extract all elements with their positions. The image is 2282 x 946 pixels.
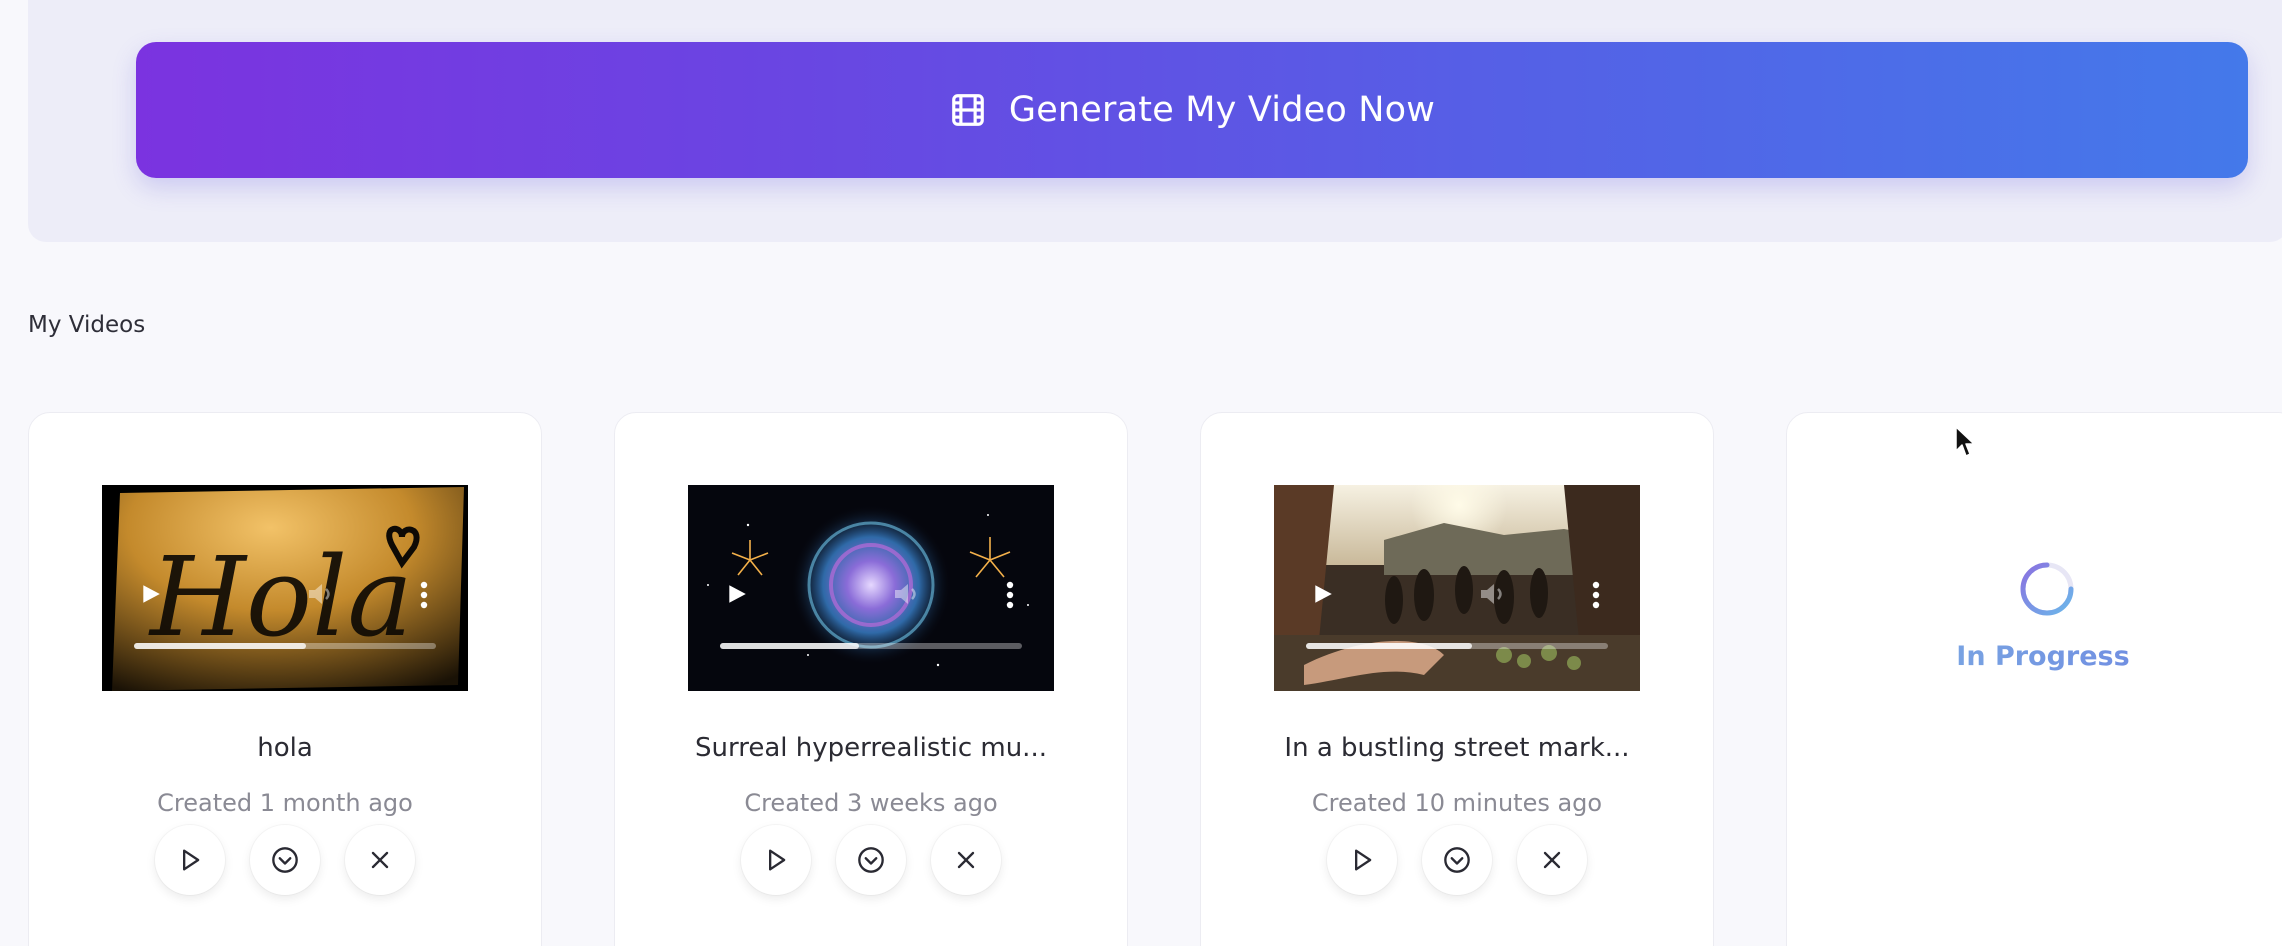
video-player[interactable]: [688, 485, 1054, 691]
play-button[interactable]: [1327, 825, 1397, 895]
video-progress-bar[interactable]: [134, 643, 436, 649]
play-button[interactable]: [741, 825, 811, 895]
download-button[interactable]: [250, 825, 320, 895]
delete-button[interactable]: [345, 825, 415, 895]
delete-button[interactable]: [1517, 825, 1587, 895]
video-card: In a bustling street mark... Created 10 …: [1200, 412, 1714, 946]
video-play-icon[interactable]: [140, 583, 162, 605]
delete-button[interactable]: [931, 825, 1001, 895]
mouse-cursor-icon: [1955, 426, 1975, 457]
volume-icon[interactable]: [1479, 581, 1509, 607]
in-progress-label: In Progress: [1787, 641, 2282, 672]
video-card-pending: In Progress: [1786, 412, 2282, 946]
video-progress-fill: [1306, 643, 1473, 649]
svg-text:Hola: Hola: [148, 533, 413, 661]
generate-button-label: Generate My Video Now: [1008, 90, 1436, 130]
video-created-date: Created 10 minutes ago: [1311, 789, 1603, 817]
video-play-icon[interactable]: [726, 583, 748, 605]
video-play-icon[interactable]: [1312, 583, 1334, 605]
generate-video-button[interactable]: Generate My Video Now: [136, 42, 2248, 178]
spinner-icon: [2020, 562, 2074, 616]
generate-panel: Generate My Video Now: [28, 0, 2282, 242]
chevron-down-circle-icon: [272, 847, 298, 873]
more-options-icon[interactable]: [1592, 581, 1600, 609]
video-progress-bar[interactable]: [1306, 643, 1608, 649]
video-progress-bar[interactable]: [720, 643, 1022, 649]
close-icon: [371, 851, 389, 869]
download-button[interactable]: [1422, 825, 1492, 895]
video-card: Surreal hyperrealistic mu... Created 3 w…: [614, 412, 1128, 946]
play-icon: [183, 849, 200, 871]
video-player[interactable]: [1274, 485, 1640, 691]
film-icon: [949, 91, 987, 129]
video-title: In a bustling street mark...: [1284, 733, 1630, 763]
chevron-down-circle-icon: [1444, 847, 1470, 873]
volume-icon[interactable]: [893, 581, 923, 607]
section-title: My Videos: [28, 312, 146, 338]
video-progress-fill: [134, 643, 307, 649]
video-created-date: Created 3 weeks ago: [744, 789, 998, 817]
play-icon: [1355, 849, 1372, 871]
volume-icon[interactable]: [307, 581, 337, 607]
video-created-date: Created 1 month ago: [157, 789, 413, 817]
close-icon: [957, 851, 975, 869]
download-button[interactable]: [836, 825, 906, 895]
video-title: hola: [257, 733, 313, 763]
close-icon: [1543, 851, 1561, 869]
video-card: Hola hola Created 1 month ago: [28, 412, 542, 946]
play-icon: [769, 849, 786, 871]
video-progress-fill: [720, 643, 859, 649]
chevron-down-circle-icon: [858, 847, 884, 873]
video-title: Surreal hyperrealistic mu...: [695, 733, 1047, 763]
play-button[interactable]: [155, 825, 225, 895]
more-options-icon[interactable]: [1006, 581, 1014, 609]
more-options-icon[interactable]: [420, 581, 428, 609]
video-player[interactable]: Hola: [102, 485, 468, 691]
